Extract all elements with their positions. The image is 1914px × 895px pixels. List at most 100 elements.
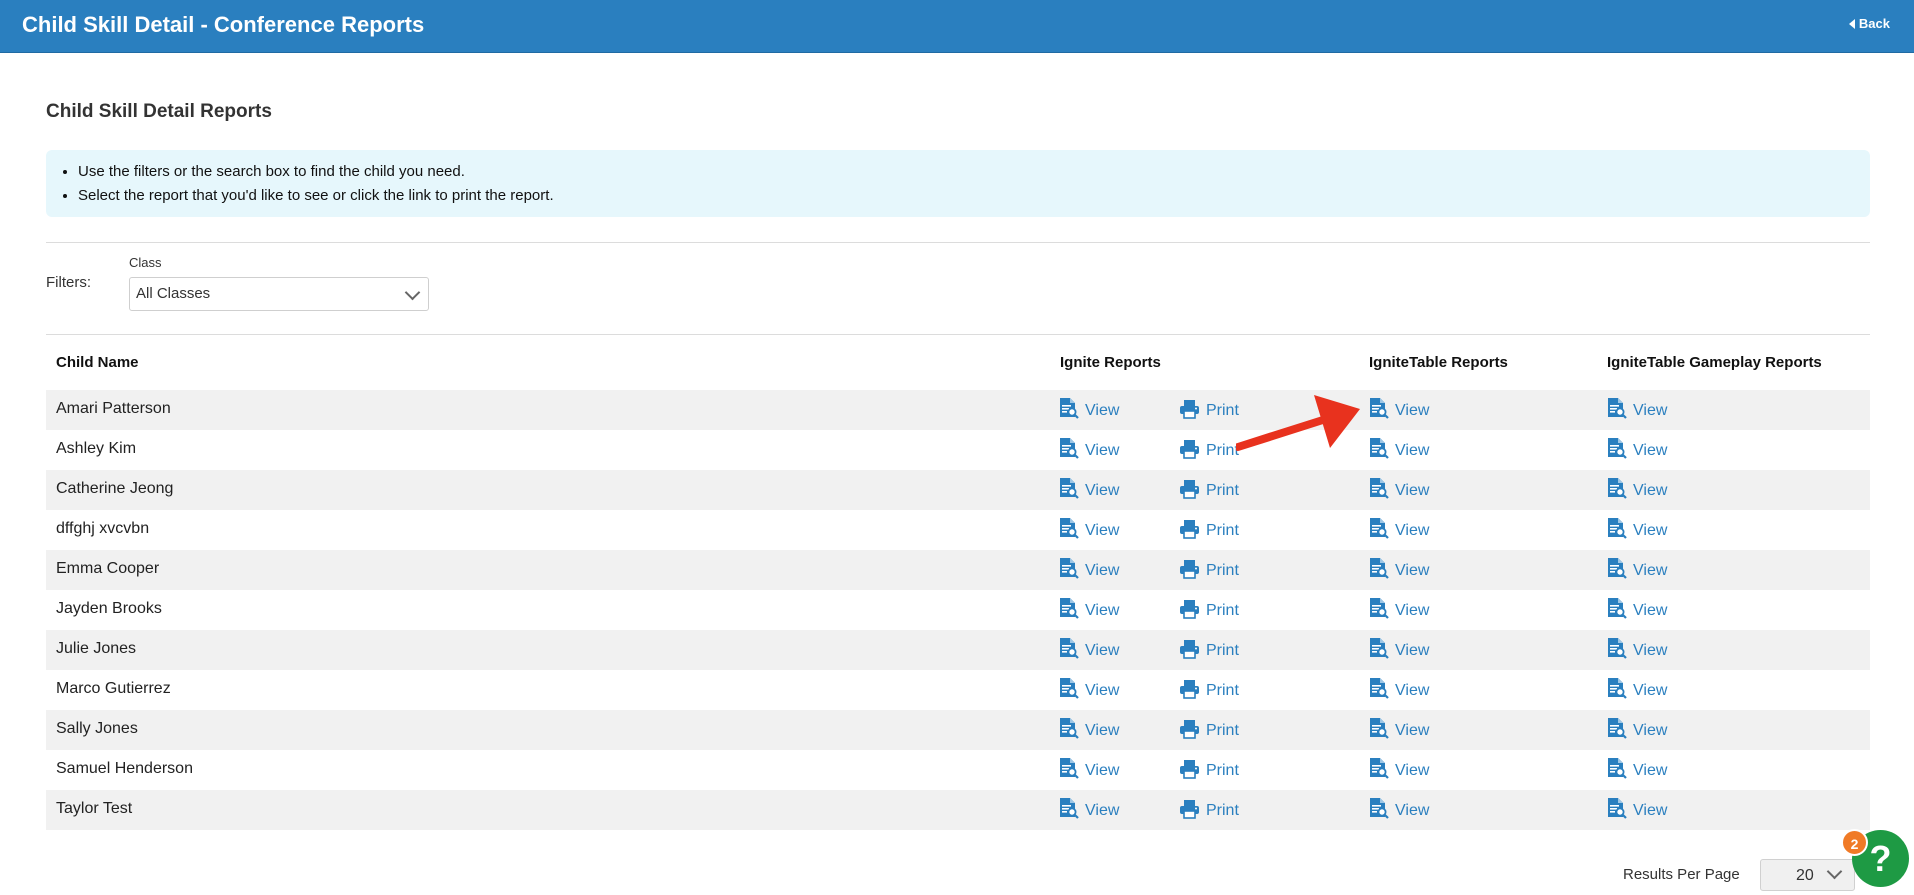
view-label: View xyxy=(1395,761,1430,779)
ignite-print-link[interactable]: Print xyxy=(1179,717,1239,744)
view-label: View xyxy=(1633,561,1668,579)
view-label: View xyxy=(1085,801,1120,819)
child-name: Amari Patterson xyxy=(56,400,171,417)
ignite-view-link[interactable]: View xyxy=(1058,517,1119,544)
table-row: Jayden Brooks View Print View View xyxy=(46,590,1870,630)
document-search-icon xyxy=(1606,677,1627,704)
ignite-view-link[interactable]: View xyxy=(1058,477,1119,504)
view-label: View xyxy=(1085,561,1120,579)
top-bar: Child Skill Detail - Conference Reports … xyxy=(0,0,1914,53)
ignitetable-view-link[interactable]: View xyxy=(1368,517,1429,544)
print-label: Print xyxy=(1206,681,1239,699)
ignitetable-view-link[interactable]: View xyxy=(1368,677,1429,704)
ignitetable-view-link[interactable]: View xyxy=(1368,797,1429,824)
printer-icon xyxy=(1179,477,1200,504)
printer-icon xyxy=(1179,717,1200,744)
ignite-print-link[interactable]: Print xyxy=(1179,637,1239,664)
ignitetable-view-link[interactable]: View xyxy=(1368,757,1429,784)
ignite-print-link[interactable]: Print xyxy=(1179,557,1239,584)
view-label: View xyxy=(1085,601,1120,619)
document-search-icon xyxy=(1058,637,1079,664)
view-label: View xyxy=(1395,401,1430,419)
child-name: Taylor Test xyxy=(56,800,133,817)
document-search-icon xyxy=(1606,797,1627,824)
view-label: View xyxy=(1633,801,1668,819)
document-search-icon xyxy=(1606,717,1627,744)
gameplay-view-link[interactable]: View xyxy=(1606,717,1667,744)
ignite-view-link[interactable]: View xyxy=(1058,717,1119,744)
ignitetable-view-link[interactable]: View xyxy=(1368,597,1429,624)
gameplay-view-link[interactable]: View xyxy=(1606,477,1667,504)
red-arrow-icon xyxy=(1236,395,1360,451)
view-label: View xyxy=(1633,641,1668,659)
print-label: Print xyxy=(1206,801,1239,819)
table-row: Catherine Jeong View Print View View xyxy=(46,470,1870,510)
ignite-print-link[interactable]: Print xyxy=(1179,797,1239,824)
printer-icon xyxy=(1179,757,1200,784)
gameplay-view-link[interactable]: View xyxy=(1606,397,1667,424)
class-filter-label: Class xyxy=(129,255,162,270)
gameplay-view-link[interactable]: View xyxy=(1606,557,1667,584)
ignite-view-link[interactable]: View xyxy=(1058,637,1119,664)
table-body: Amari Patterson View Print View View Ashley K… xyxy=(46,390,1870,830)
document-search-icon xyxy=(1058,437,1079,464)
back-button[interactable]: Back xyxy=(1848,16,1890,31)
ignite-print-link[interactable]: Print xyxy=(1179,757,1239,784)
view-label: View xyxy=(1633,521,1668,539)
gameplay-view-link[interactable]: View xyxy=(1606,757,1667,784)
ignitetable-view-link[interactable]: View xyxy=(1368,397,1429,424)
gameplay-view-link[interactable]: View xyxy=(1606,437,1667,464)
gameplay-view-link[interactable]: View xyxy=(1606,797,1667,824)
table-row: Taylor Test View Print View View xyxy=(46,790,1870,830)
view-label: View xyxy=(1085,681,1120,699)
printer-icon xyxy=(1179,637,1200,664)
gameplay-view-link[interactable]: View xyxy=(1606,597,1667,624)
column-header-gameplay-reports: IgniteTable Gameplay Reports xyxy=(1607,354,1822,371)
gameplay-view-link[interactable]: View xyxy=(1606,637,1667,664)
document-search-icon xyxy=(1368,797,1389,824)
ignitetable-view-link[interactable]: View xyxy=(1368,477,1429,504)
ignite-print-link[interactable]: Print xyxy=(1179,437,1239,464)
view-label: View xyxy=(1085,521,1120,539)
ignite-print-link[interactable]: Print xyxy=(1179,477,1239,504)
child-name: Sally Jones xyxy=(56,720,138,737)
class-select-value: All Classes xyxy=(136,285,211,302)
ignite-view-link[interactable]: View xyxy=(1058,557,1119,584)
results-per-page-select[interactable]: 20 xyxy=(1760,859,1855,891)
ignitetable-view-link[interactable]: View xyxy=(1368,557,1429,584)
print-label: Print xyxy=(1206,601,1239,619)
ignite-view-link[interactable]: View xyxy=(1058,397,1119,424)
column-header-ignitetable-reports: IgniteTable Reports xyxy=(1369,354,1508,371)
ignite-print-link[interactable]: Print xyxy=(1179,397,1239,424)
ignite-print-link[interactable]: Print xyxy=(1179,677,1239,704)
gameplay-view-link[interactable]: View xyxy=(1606,517,1667,544)
view-label: View xyxy=(1633,761,1668,779)
reports-table: Child Name Ignite Reports IgniteTable Re… xyxy=(46,342,1870,830)
document-search-icon xyxy=(1606,557,1627,584)
ignite-print-link[interactable]: Print xyxy=(1179,517,1239,544)
document-search-icon xyxy=(1058,397,1079,424)
document-search-icon xyxy=(1058,557,1079,584)
ignitetable-view-link[interactable]: View xyxy=(1368,717,1429,744)
view-label: View xyxy=(1085,441,1120,459)
gameplay-view-link[interactable]: View xyxy=(1606,677,1667,704)
document-search-icon xyxy=(1058,757,1079,784)
document-search-icon xyxy=(1058,717,1079,744)
ignitetable-view-link[interactable]: View xyxy=(1368,637,1429,664)
print-label: Print xyxy=(1206,641,1239,659)
ignite-view-link[interactable]: View xyxy=(1058,757,1119,784)
section-title: Child Skill Detail Reports xyxy=(46,101,272,122)
view-label: View xyxy=(1395,601,1430,619)
back-label: Back xyxy=(1858,16,1890,31)
child-name: Samuel Henderson xyxy=(56,760,193,777)
ignite-view-link[interactable]: View xyxy=(1058,597,1119,624)
ignite-view-link[interactable]: View xyxy=(1058,677,1119,704)
page-title: Child Skill Detail - Conference Reports xyxy=(22,12,425,37)
ignite-view-link[interactable]: View xyxy=(1058,437,1119,464)
child-name: Julie Jones xyxy=(56,640,137,657)
ignitetable-view-link[interactable]: View xyxy=(1368,437,1429,464)
document-search-icon xyxy=(1058,797,1079,824)
ignite-print-link[interactable]: Print xyxy=(1179,597,1239,624)
class-select[interactable]: All Classes xyxy=(129,277,429,311)
ignite-view-link[interactable]: View xyxy=(1058,797,1119,824)
